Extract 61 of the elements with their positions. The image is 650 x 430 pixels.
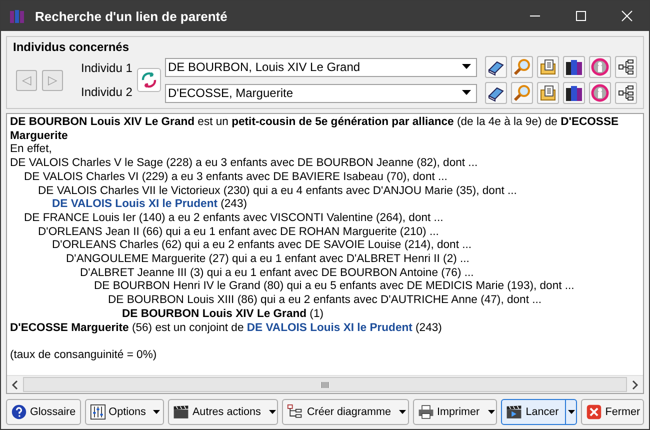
- summary-text: DE BOURBON Louis XIV Le Grand est un petit-cousin de 5e génération par alliance (de la 4e à la 9e) de D'ECOSSE Marguerite: [10, 116, 620, 144]
- conclusion-text: D'ECOSSE Marguerite (56) est un conjoint de DE VALOIS Louis XI le Prudent (243): [10, 322, 443, 336]
- caret-icon[interactable]: [488, 410, 495, 414]
- eraser-button[interactable]: [485, 56, 507, 78]
- folder-button[interactable]: [537, 56, 559, 78]
- close-icon[interactable]: [621, 10, 633, 22]
- clapperboard-icon: [172, 404, 189, 420]
- action-button[interactable]: Créer diagramme: [282, 399, 409, 425]
- eraser-button[interactable]: [485, 82, 507, 104]
- tree-button[interactable]: [615, 82, 637, 104]
- diagram-icon: [287, 404, 304, 420]
- caret-icon[interactable]: [268, 410, 276, 414]
- individual-dropdown[interactable]: D'ECOSSE, Marguerite: [165, 84, 477, 102]
- help-icon: [11, 404, 27, 420]
- caret-icon[interactable]: [399, 410, 406, 414]
- person-button[interactable]: [589, 56, 611, 78]
- lineage-line: DE VALOIS Louis XI le Prudent (243): [51, 198, 248, 212]
- caret-icon[interactable]: [153, 410, 160, 414]
- people-button[interactable]: [563, 56, 585, 78]
- lineage-line: DE VALOIS Charles V le Sage (228) a eu 3 enfants avec DE BOURBON Jeanne (82), dont ...: [10, 157, 479, 171]
- body-text: (taux de consanguinité = 0%): [10, 348, 158, 363]
- caret-icon: [462, 64, 471, 70]
- field-label: Individu 1: [81, 61, 134, 75]
- lineage-line: D'ANGOULEME Marguerite (27) qui a eu 1 enfant avec D'ALBRET Henri II (2) ...: [65, 253, 470, 267]
- body-text: En effet,: [10, 143, 53, 158]
- field-label: Individu 2: [81, 85, 134, 99]
- group-title: Individus concernés: [13, 40, 130, 54]
- lineage-line: DE FRANCE Louis Ier (140) a eu 2 enfants avec VISCONTI Valentine (264), dont ...: [23, 212, 444, 226]
- tree-button[interactable]: [615, 56, 637, 78]
- swap-icon: [140, 71, 158, 89]
- action-button[interactable]: Imprimer: [412, 399, 498, 425]
- help-button[interactable]: Glossaire: [6, 399, 81, 425]
- action-button[interactable]: Options: [84, 399, 164, 425]
- action-button[interactable]: Lancer: [501, 399, 578, 425]
- close-icon: [586, 404, 602, 420]
- window-title: Recherche d'un lien de parenté: [35, 8, 228, 24]
- printer-icon: [418, 404, 434, 420]
- lineage-line: D'ALBRET Jeanne III (3) qui a eu 1 enfant avec DE BOURBON Antoine (76) ...: [79, 266, 475, 280]
- lineage-line: DE BOURBON Louis XIV Le Grand (1): [121, 308, 324, 322]
- individual-dropdown[interactable]: DE BOURBON, Louis XIV Le Grand: [165, 58, 477, 76]
- clapperboard-icon: [506, 404, 522, 420]
- people-button[interactable]: [563, 82, 585, 104]
- close-button[interactable]: Fermer: [581, 399, 644, 425]
- lineage-line: DE BOURBON Henri IV le Grand (80) qui a eu 5 enfants avec DE MEDICIS Marie (193), dont ...: [93, 280, 576, 294]
- sliders-icon: [90, 404, 106, 420]
- lineage-line: DE VALOIS Charles VI (229) a eu 3 enfants avec DE BAVIERE Isabeau (70), dont ...: [23, 170, 448, 185]
- search-button[interactable]: [511, 82, 533, 104]
- folder-button[interactable]: [537, 82, 559, 104]
- person-button[interactable]: [589, 82, 611, 104]
- lineage-line: DE BOURBON Louis XIII (86) qui a eu 2 enfants avec D'AUTRICHE Anne (47), dont ...: [107, 294, 543, 308]
- swap-button[interactable]: [137, 68, 161, 92]
- maximize-icon[interactable]: [575, 10, 587, 22]
- lineage-line: D'ORLEANS Charles (62) qui a eu 2 enfants avec DE SAVOIE Louise (214), dont ...: [51, 239, 473, 254]
- caret-icon: [462, 90, 471, 96]
- search-button[interactable]: [511, 56, 533, 78]
- action-button[interactable]: Autres actions: [168, 399, 278, 425]
- grip-icon: [321, 382, 329, 388]
- lineage-line: DE VALOIS Charles VII le Victorieux (230) qui a eu 4 enfants avec D'ANJOU Marie (35), dont ...: [37, 184, 518, 198]
- lineage-line: D'ORLEANS Jean II (66) qui a eu 1 enfant avec DE ROHAN Marguerite (210) ...: [37, 226, 440, 240]
- horizontal-scrollbar[interactable]: [7, 375, 643, 393]
- caret-icon[interactable]: [568, 410, 575, 414]
